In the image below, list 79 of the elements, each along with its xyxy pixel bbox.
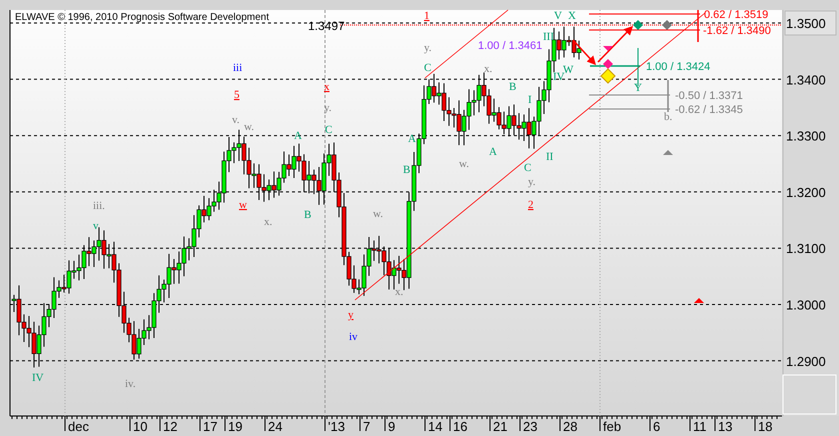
wave-label: C <box>524 162 532 174</box>
wave-label: w. <box>373 208 383 220</box>
wave-label: B <box>509 81 516 93</box>
price-label: 1.3100 <box>786 241 826 256</box>
wave-label: C <box>424 62 432 74</box>
price-label: 1.3200 <box>786 184 826 200</box>
wave-label: B <box>304 209 312 221</box>
wave-label: iv <box>349 331 358 343</box>
triangle-marker <box>694 298 704 303</box>
wave-label: A <box>489 146 497 158</box>
date-label: 9 <box>388 419 396 434</box>
wave-label: iv. <box>125 378 136 390</box>
date-label: 21 <box>493 419 508 434</box>
date-label: 10 <box>133 419 148 434</box>
date-label: 24 <box>268 419 282 434</box>
wave-label: IV <box>32 372 44 384</box>
date-label: 28 <box>563 419 578 434</box>
wave-label: I <box>528 94 532 106</box>
diamond-marker <box>633 20 643 30</box>
wave-label: x. <box>264 216 272 228</box>
wave-label: y <box>348 309 354 321</box>
price-label: 1.3500 <box>786 16 826 31</box>
triangle-marker <box>603 46 613 51</box>
wave-label: x. <box>395 286 404 298</box>
wave-label: C <box>325 124 332 136</box>
price-label: 1.3400 <box>786 72 826 88</box>
wave-label: b. <box>664 111 672 123</box>
wave-label: II <box>546 151 554 163</box>
wave-label: 1 <box>424 10 430 22</box>
copyright-text: ELWAVE © 1996, 2010 Prognosis Software Development <box>15 12 269 23</box>
wave-label: w. <box>459 158 469 170</box>
wave-label: Y <box>634 82 642 94</box>
date-label: 16 <box>453 419 468 434</box>
target-label: 1.00 / 1.3424 <box>646 61 710 73</box>
wave-label: B <box>403 164 410 176</box>
date-label: dec <box>68 419 89 434</box>
date-label: 17 <box>203 419 218 434</box>
wave-label: A <box>408 133 416 145</box>
wave-label: w. <box>244 121 254 133</box>
date-label: feb <box>603 419 622 434</box>
price-label: 1.2900 <box>786 354 826 369</box>
date-label: 18 <box>758 419 772 434</box>
wave-label: 5 <box>234 89 240 101</box>
target-label: -1.62 / 1.3490 <box>703 25 771 37</box>
price-label: 1.3300 <box>786 128 826 144</box>
target-label: -0.50 / 1.3371 <box>675 90 743 102</box>
wave-label: w <box>239 199 247 211</box>
wave-label: y. <box>528 176 536 188</box>
wave-label: III <box>543 31 554 43</box>
wave-label: v <box>93 220 98 232</box>
target-label: 1.00 / 1.3461 <box>478 40 542 52</box>
wave-label: v. <box>232 114 240 126</box>
date-label: 12 <box>163 419 178 434</box>
wave-label: iii. <box>93 200 105 212</box>
wave-label: x <box>324 81 330 93</box>
wave-label: y. <box>424 42 432 54</box>
wave-label: V <box>554 10 562 22</box>
wave-label: X <box>568 10 576 22</box>
date-label: 6 <box>653 419 660 434</box>
wave-label: A <box>294 130 302 142</box>
wave-label: y. <box>324 102 332 114</box>
date-label: '13 <box>328 419 345 434</box>
date-label: 13 <box>718 419 732 434</box>
wave-label: W <box>563 64 574 76</box>
triangle-marker <box>663 150 673 155</box>
corner-box <box>782 374 836 414</box>
wave-label: IV <box>553 71 565 83</box>
target-label: 0.62 / 1.3519 <box>704 9 768 21</box>
date-label: 14 <box>428 419 442 434</box>
date-label: 11 <box>693 419 706 434</box>
date-label: 19 <box>228 419 242 434</box>
date-label: 23 <box>523 419 538 434</box>
price-label: 1.3000 <box>786 298 826 312</box>
wave-label: 2 <box>528 199 534 211</box>
wave-label: iii <box>233 62 242 74</box>
date-label: 7 <box>363 419 370 434</box>
target-label: -0.62 / 1.3345 <box>675 104 743 116</box>
wave-label: x. <box>484 63 492 75</box>
diamond-marker <box>662 20 672 30</box>
